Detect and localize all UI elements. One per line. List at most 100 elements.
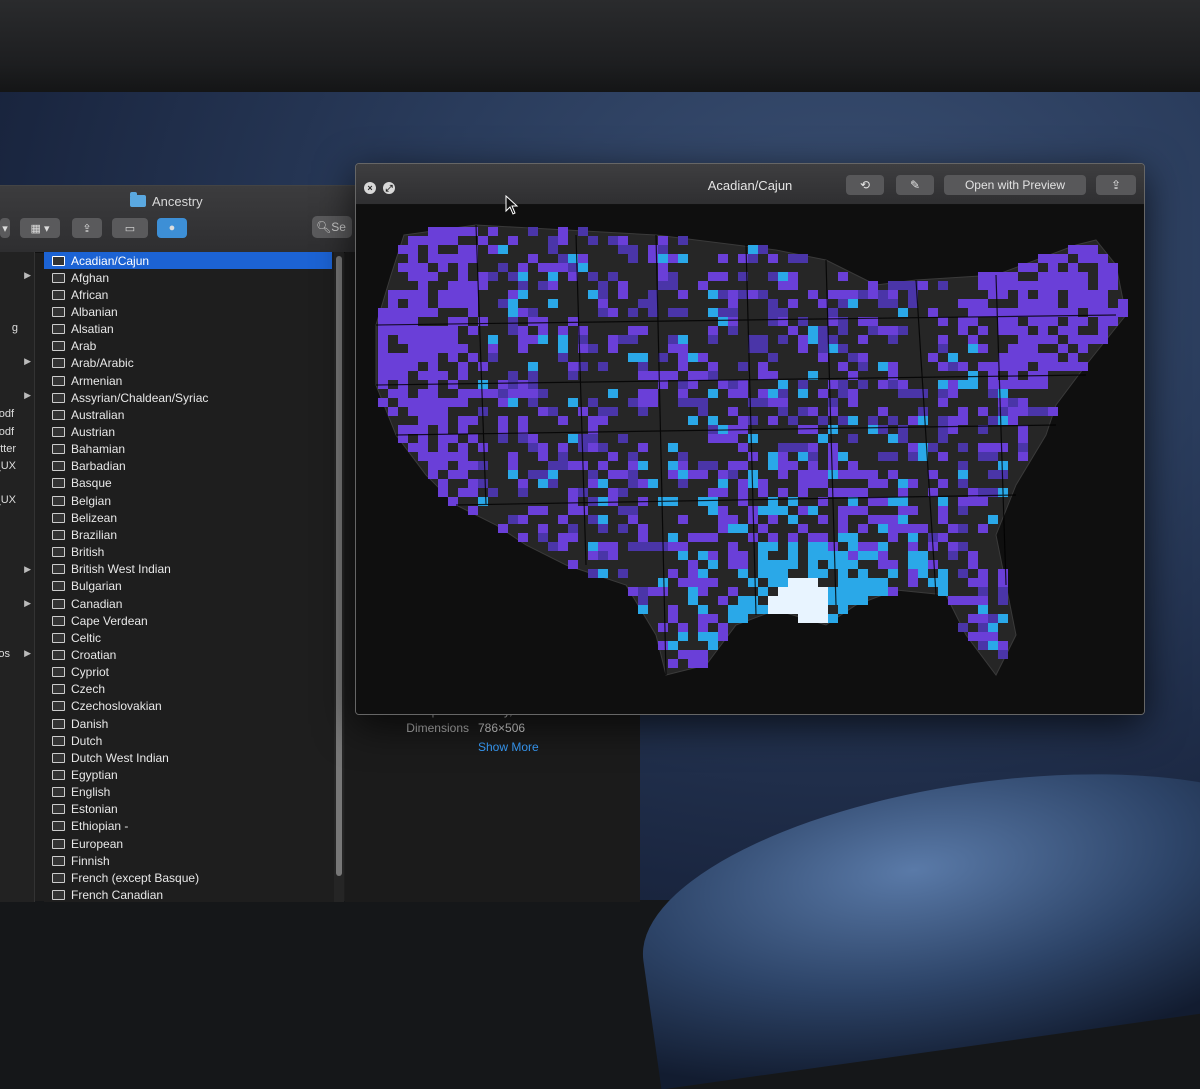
county-cell <box>848 398 858 407</box>
list-item[interactable]: Austrian <box>44 424 332 441</box>
county-cell <box>858 569 868 578</box>
list-item[interactable]: Acadian/Cajun <box>44 252 332 269</box>
county-cell <box>828 335 838 344</box>
county-cell <box>418 443 428 452</box>
sidebar-item[interactable]: ▶ <box>0 564 34 580</box>
county-cell <box>1008 353 1018 362</box>
county-cell <box>728 326 738 335</box>
list-item[interactable]: Egyptian <box>44 767 332 784</box>
sidebar-item[interactable]: odf <box>0 408 34 424</box>
share-button[interactable]: ⇪ <box>72 218 102 238</box>
sidebar-item[interactable]: odf <box>0 426 34 442</box>
list-item[interactable]: Bulgarian <box>44 578 332 595</box>
county-cell <box>788 299 798 308</box>
county-cell <box>798 389 808 398</box>
list-item[interactable]: Arab/Arabic <box>44 355 332 372</box>
county-cell <box>878 578 888 587</box>
county-cell <box>1048 281 1058 290</box>
list-item[interactable]: Celtic <box>44 629 332 646</box>
list-item[interactable]: British <box>44 544 332 561</box>
list-item[interactable]: European <box>44 835 332 852</box>
county-cell <box>828 551 838 560</box>
county-cell <box>788 281 798 290</box>
rotate-button[interactable]: ⟲ <box>846 175 884 195</box>
county-cell <box>548 542 558 551</box>
list-item[interactable]: Bahamian <box>44 441 332 458</box>
list-item[interactable]: Armenian <box>44 372 332 389</box>
search-input[interactable]: 🔍︎ Se <box>312 216 352 238</box>
county-cell <box>888 299 898 308</box>
list-item[interactable]: Canadian <box>44 595 332 612</box>
county-cell <box>768 371 778 380</box>
list-item[interactable]: Alsatian <box>44 321 332 338</box>
list-item[interactable]: British West Indian <box>44 561 332 578</box>
list-item[interactable]: Cypriot <box>44 664 332 681</box>
list-item[interactable]: African <box>44 286 332 303</box>
list-item[interactable]: Estonian <box>44 801 332 818</box>
sidebar-item[interactable]: _UX <box>0 460 34 476</box>
list-item[interactable]: Dutch West Indian <box>44 749 332 766</box>
sidebar-item[interactable]: ▶ <box>0 270 34 286</box>
county-cell <box>438 326 448 335</box>
sidebar-item[interactable]: tter <box>0 443 34 459</box>
county-cell <box>878 524 888 533</box>
list-item[interactable]: Danish <box>44 715 332 732</box>
county-cell <box>478 236 488 245</box>
list-item[interactable]: Czech <box>44 681 332 698</box>
chevron-right-icon: ▶ <box>24 564 31 574</box>
list-item[interactable]: Belgian <box>44 492 332 509</box>
sidebar-item[interactable]: g <box>0 322 34 338</box>
list-item[interactable]: Barbadian <box>44 458 332 475</box>
list-item[interactable]: Finnish <box>44 852 332 869</box>
county-cell <box>878 551 888 560</box>
list-item[interactable]: Czechoslovakian <box>44 698 332 715</box>
county-cell <box>668 461 678 470</box>
list-item[interactable]: Arab <box>44 338 332 355</box>
list-item[interactable]: Belizean <box>44 509 332 526</box>
show-more-link[interactable]: Show More <box>478 740 539 754</box>
county-cell <box>508 461 518 470</box>
quicklook-window: × ⤢ Acadian/Cajun ⟲ ✎ Open with Preview … <box>355 163 1145 715</box>
county-cell <box>558 353 568 362</box>
list-item[interactable]: English <box>44 784 332 801</box>
county-cell <box>408 272 418 281</box>
list-item[interactable]: Afghan <box>44 269 332 286</box>
action-button[interactable]: ● <box>157 218 187 238</box>
open-with-preview-button[interactable]: Open with Preview <box>944 175 1086 195</box>
county-cell <box>438 290 448 299</box>
county-cell <box>378 326 388 335</box>
county-cell <box>738 614 748 623</box>
list-item[interactable]: Albanian <box>44 303 332 320</box>
county-cell <box>498 416 508 425</box>
sidebar-item[interactable]: _UX <box>0 494 34 510</box>
list-item[interactable]: Australian <box>44 406 332 423</box>
list-item[interactable]: French Canadian <box>44 887 332 904</box>
sidebar-item[interactable]: ▶ <box>0 598 34 614</box>
view-options-button[interactable]: ▾ <box>0 218 10 238</box>
markup-button[interactable]: ✎ <box>896 175 934 195</box>
list-item[interactable]: Croatian <box>44 646 332 663</box>
list-item[interactable]: Dutch <box>44 732 332 749</box>
list-item[interactable]: Brazilian <box>44 526 332 543</box>
list-item[interactable]: French (except Basque) <box>44 869 332 886</box>
list-item[interactable]: Basque <box>44 475 332 492</box>
sidebar-item[interactable]: os ▶ <box>0 648 34 664</box>
county-cell <box>908 560 918 569</box>
quicklook-titlebar[interactable]: × ⤢ Acadian/Cajun ⟲ ✎ Open with Preview … <box>356 164 1144 205</box>
list-item[interactable]: Ethiopian - <box>44 818 332 835</box>
sidebar-item[interactable]: ▶ <box>0 356 34 372</box>
group-view-button[interactable]: ▦ ▾ <box>20 218 60 238</box>
sidebar-item[interactable]: ▶ <box>0 390 34 406</box>
tag-button[interactable]: ▭ <box>112 218 148 238</box>
image-file-icon <box>52 752 65 763</box>
county-cell <box>518 380 528 389</box>
county-cell <box>1048 299 1058 308</box>
county-cell <box>968 308 978 317</box>
list-item-label: Belgian <box>71 493 112 508</box>
county-cell <box>728 560 738 569</box>
list-item[interactable]: Assyrian/Chaldean/Syriac <box>44 389 332 406</box>
list-item[interactable]: Cape Verdean <box>44 612 332 629</box>
share-button[interactable]: ⇪ <box>1096 175 1136 195</box>
county-cell <box>388 389 398 398</box>
scrollbar-thumb[interactable] <box>336 256 342 876</box>
